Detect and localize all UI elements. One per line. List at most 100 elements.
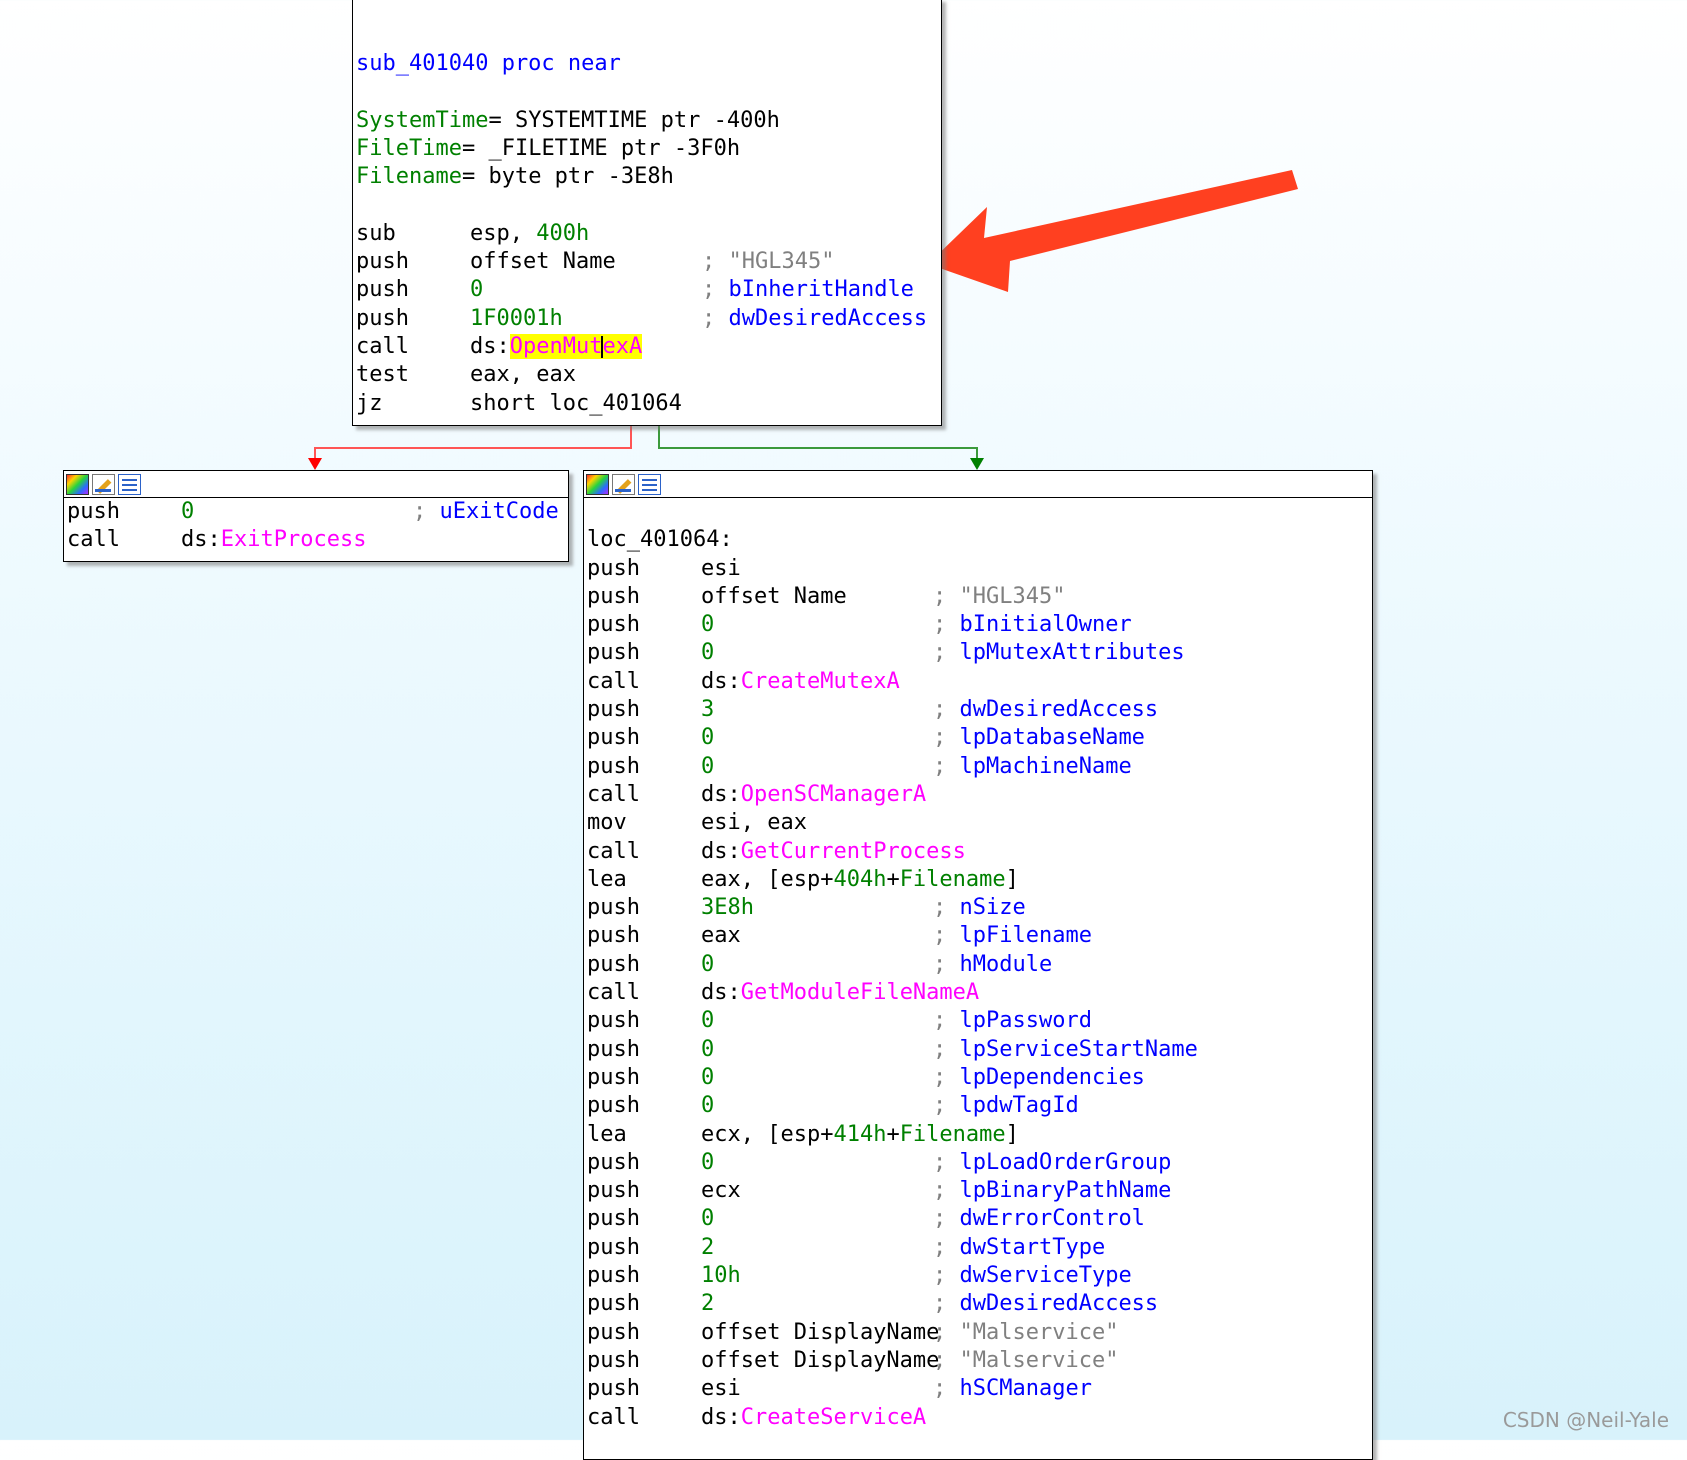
variable-name[interactable]: FileTime [356,136,462,161]
annotation-arrow [928,170,1298,292]
instruction-line[interactable]: test eax, eax [356,361,941,389]
instruction-line[interactable]: push 0; uExitCode [67,498,568,526]
operand: 2 [701,1234,714,1262]
operand-part: 0 [701,725,715,751]
block-label[interactable]: loc_401064: [587,526,1372,554]
instruction-line[interactable]: push 0; lpServiceStartName [587,1036,1372,1064]
instruction-line[interactable]: push 0; hModule [587,951,1372,979]
mnemonic: push [587,1319,640,1345]
instruction-line[interactable]: push offset Name; "HGL345" [356,248,941,276]
api-name[interactable]: OpenMutexA [509,333,643,359]
comment-marker: ; [933,1291,960,1317]
operand: offset Name [470,248,616,276]
instruction-line[interactable]: push 0; lpMutexAttributes [587,639,1372,667]
api-name[interactable]: GetCurrentProcess [741,839,966,864]
operand: eax [701,922,741,950]
text-view-icon[interactable] [638,473,661,495]
variable-name[interactable]: SystemTime [356,108,488,133]
comment: ; "HGL345" [933,583,1065,611]
graph-overview-icon[interactable] [586,473,609,495]
edit-icon[interactable] [612,473,635,495]
comment-text: "HGL345" [728,249,835,275]
instruction-line[interactable]: push 10h; dwServiceType [587,1262,1372,1290]
comment: ; lpdwTagId [933,1092,1079,1120]
instruction-line[interactable]: push 0; lpLoadOrderGroup [587,1149,1372,1177]
instruction-line[interactable]: call ds:CreateServiceA [587,1404,1372,1432]
instruction-line[interactable]: call ds:ExitProcess [67,526,568,554]
comment-text: bInitialOwner [959,612,1132,638]
instruction-line[interactable]: jz short loc_401064 [356,390,941,418]
comment: ; dwErrorControl [933,1205,1145,1233]
code-block-loc-401064[interactable]: loc_401064: push esi push offset Name; "HGL… [583,470,1373,1460]
local-variable: SystemTime= SYSTEMTIME ptr -400h [356,107,941,135]
operand: ds:GetCurrentProcess [701,838,966,866]
instruction-line[interactable]: push 0; lpDatabaseName [587,724,1372,752]
operand-part: 0 [701,612,715,638]
instruction-line[interactable]: push 3; dwDesiredAccess [587,696,1372,724]
instruction-line[interactable]: push 3E8h; nSize [587,894,1372,922]
comment-text: lpdwTagId [959,1093,1079,1119]
comment: ; "Malservice" [933,1347,1118,1375]
instruction-line[interactable]: push offset Name; "HGL345" [587,583,1372,611]
instruction-line[interactable]: push esi [587,555,1372,583]
operand-part: eax, [esp+ [701,866,834,892]
variable-name[interactable]: Filename [356,164,462,189]
instruction-line[interactable]: lea ecx, [esp+414h+Filename] [587,1121,1372,1149]
operand-part: esp, [470,220,537,246]
instruction-line[interactable]: push offset DisplayName; "Malservice" [587,1347,1372,1375]
mnemonic: call [587,980,640,1006]
comment-marker: ; [933,1347,960,1373]
mnemonic: jz [356,390,383,416]
proc-name[interactable]: sub_401040 proc near [356,51,621,76]
operand-part: ds [701,838,728,864]
api-name[interactable]: ExitProcess [221,527,367,552]
operand-part: : [496,333,510,359]
instruction-line[interactable]: push offset DisplayName; "Malservice" [587,1319,1372,1347]
operand-part: ds [701,1404,728,1430]
mnemonic: push [356,277,409,303]
comment: ; lpPassword [933,1007,1092,1035]
instruction-line[interactable]: lea eax, [esp+404h+Filename] [587,866,1372,894]
text-view-icon[interactable] [118,473,141,495]
operand-part: ecx [701,1178,741,1204]
operand: esp, 400h [470,220,589,248]
api-name[interactable]: CreateMutexA [741,669,900,694]
instruction-line[interactable]: call ds:OpenMutexA [356,333,941,361]
code-block-sub-401040[interactable]: sub_401040 proc near SystemTime= SYSTEMT… [352,0,942,426]
operand: 0 [701,1064,714,1092]
instruction-line[interactable]: push 0; bInheritHandle [356,276,941,304]
mnemonic: push [587,1234,640,1260]
operand-part: ds [701,668,728,694]
instruction-line[interactable]: push 0; lpdwTagId [587,1092,1372,1120]
instruction-line[interactable]: sub esp, 400h [356,220,941,248]
instruction-line[interactable]: push 0; lpDependencies [587,1064,1372,1092]
api-name[interactable]: CreateServiceA [741,1405,926,1430]
comment-text: hModule [959,951,1053,977]
code-block-exit-process[interactable]: push 0; uExitCode call ds:ExitProcess [63,470,569,562]
instruction-line[interactable]: push 0; dwErrorControl [587,1205,1372,1233]
instruction-line[interactable]: push 1F0001h; dwDesiredAccess [356,305,941,333]
edit-icon[interactable] [92,473,115,495]
instruction-line[interactable]: push 0; lpPassword [587,1007,1372,1035]
operand-part: ds [701,980,728,1006]
graph-overview-icon[interactable] [66,473,89,495]
instruction-line[interactable]: push 0; bInitialOwner [587,611,1372,639]
instruction-line[interactable]: push 0; lpMachineName [587,753,1372,781]
operand-part: 3E8h [701,895,754,921]
operand-part: ds [701,781,728,807]
instruction-line[interactable]: call ds:GetModuleFileNameA [587,979,1372,1007]
comment-text: dwDesiredAccess [959,697,1159,723]
instruction-line[interactable]: push 2; dwStartType [587,1234,1372,1262]
watermark: CSDN @Neil-Yale [1502,1408,1669,1432]
instruction-line[interactable]: call ds:OpenSCManagerA [587,781,1372,809]
instruction-line[interactable]: push esi; hSCManager [587,1375,1372,1403]
instruction-line[interactable]: push eax; lpFilename [587,922,1372,950]
api-name[interactable]: OpenSCManagerA [741,782,926,807]
api-name[interactable]: GetModuleFileNameA [741,980,979,1005]
operand-part: 400h [536,220,590,246]
instruction-line[interactable]: call ds:GetCurrentProcess [587,838,1372,866]
instruction-line[interactable]: call ds:CreateMutexA [587,668,1372,696]
instruction-line[interactable]: push ecx; lpBinaryPathName [587,1177,1372,1205]
instruction-line[interactable]: mov esi, eax [587,809,1372,837]
instruction-line[interactable]: push 2; dwDesiredAccess [587,1290,1372,1318]
